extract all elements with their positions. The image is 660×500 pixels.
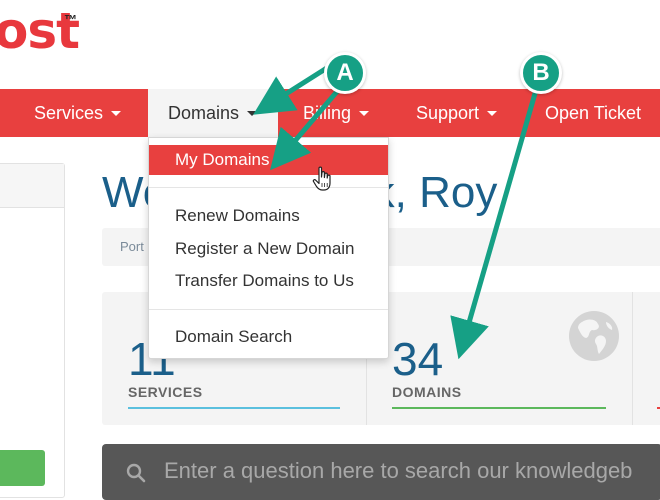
stat-services-label: SERVICES: [128, 384, 203, 400]
nav-domains-label: Domains: [168, 103, 240, 123]
knowledgebase-search[interactable]: Enter a question here to search our know…: [102, 444, 660, 500]
sidebar-panel-header: [0, 164, 64, 208]
nav-open-ticket[interactable]: Open Ticket: [545, 89, 641, 137]
search-icon: [126, 463, 146, 483]
stat-tile-third[interactable]: [633, 292, 660, 425]
stat-domains-bar: [392, 407, 606, 409]
nav-services-label: Services: [34, 103, 104, 123]
caret-down-icon: [359, 110, 370, 116]
nav-support-label: Support: [416, 103, 480, 123]
sidebar-panel: [0, 163, 65, 498]
menu-divider: [149, 309, 388, 310]
nav-open-ticket-label: Open Ticket: [545, 103, 642, 123]
menu-item-transfer-domains[interactable]: Transfer Domains to Us: [149, 266, 388, 296]
breadcrumb-portal-home[interactable]: Port: [120, 239, 144, 254]
nav-services[interactable]: Services: [34, 89, 122, 137]
caret-down-icon: [111, 110, 122, 116]
globe-icon: [569, 311, 619, 361]
menu-item-renew-domains[interactable]: Renew Domains: [149, 201, 388, 231]
annotation-badge-a: A: [324, 52, 366, 94]
caret-down-icon: [247, 110, 258, 116]
menu-item-my-domains[interactable]: My Domains: [149, 145, 388, 175]
nav-domains[interactable]: Domains: [148, 89, 278, 137]
caret-down-icon: [487, 110, 498, 116]
nav-billing-label: Billing: [303, 103, 352, 123]
nav-billing[interactable]: Billing: [303, 89, 370, 137]
page: ost ™ Services Domains Billing Support O…: [0, 0, 660, 500]
trademark-symbol: ™: [64, 12, 77, 27]
hand-cursor-icon: [312, 166, 331, 191]
nav-support[interactable]: Support: [416, 89, 498, 137]
menu-item-register-domain[interactable]: Register a New Domain: [149, 234, 388, 264]
stat-domains-number: 34: [392, 333, 444, 385]
stat-domains-label: DOMAINS: [392, 384, 462, 400]
menu-item-domain-search[interactable]: Domain Search: [149, 322, 388, 352]
domains-dropdown-menu: My Domains Renew Domains Register a New …: [148, 137, 389, 359]
search-input[interactable]: Enter a question here to search our know…: [164, 458, 632, 484]
annotation-badge-b: B: [520, 52, 562, 94]
main-navbar: Services Domains Billing Support Open Ti…: [0, 89, 660, 137]
sidebar-action-button[interactable]: [0, 450, 45, 486]
menu-divider: [149, 187, 388, 188]
stat-services-bar: [128, 407, 340, 409]
